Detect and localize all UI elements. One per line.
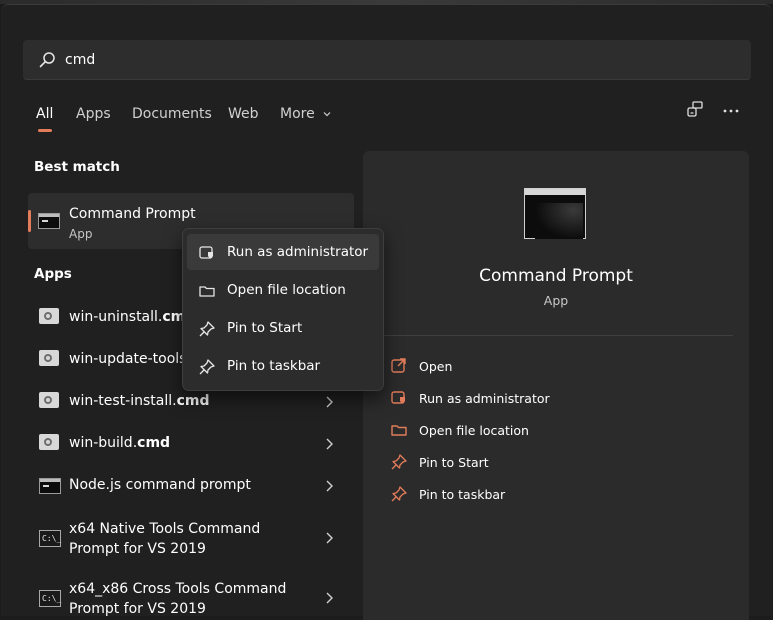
more-options-icon[interactable] bbox=[721, 101, 741, 121]
tab-more-label: More bbox=[280, 106, 315, 122]
best-match-heading: Best match bbox=[34, 159, 120, 175]
menu-item-run-as-admin[interactable]: Run as administrator bbox=[187, 234, 379, 270]
details-pane: Command Prompt App Open Run as administr… bbox=[363, 151, 749, 620]
chevron-right-icon[interactable] bbox=[324, 395, 334, 409]
command-prompt-icon bbox=[38, 213, 60, 229]
chevron-right-icon[interactable] bbox=[324, 591, 334, 605]
pin-icon bbox=[199, 321, 215, 337]
action-label: Pin to taskbar bbox=[419, 487, 506, 502]
app-label: win-build.cmd bbox=[69, 435, 171, 451]
menu-item-label: Pin to Start bbox=[227, 320, 303, 336]
shield-icon bbox=[199, 246, 213, 259]
menu-item-pin-to-taskbar[interactable]: Pin to taskbar bbox=[187, 348, 379, 384]
menu-item-pin-to-start[interactable]: Pin to Start bbox=[187, 310, 379, 346]
action-label: Open bbox=[419, 359, 453, 374]
list-item[interactable]: Node.js command prompt bbox=[28, 465, 354, 505]
list-item[interactable]: C:\_ x64 Native Tools Command Prompt for… bbox=[28, 509, 354, 565]
console-icon bbox=[39, 478, 61, 494]
app-label-line2: Prompt for VS 2019 bbox=[69, 541, 206, 557]
chevron-right-icon[interactable] bbox=[324, 437, 334, 451]
search-input[interactable]: cmd bbox=[65, 52, 95, 68]
menu-item-label: Run as administrator bbox=[227, 244, 369, 260]
vs-cmd-icon: C:\_ bbox=[39, 530, 61, 547]
tab-documents[interactable]: Documents bbox=[132, 106, 212, 122]
tab-all[interactable]: All bbox=[36, 106, 53, 122]
selection-indicator bbox=[28, 210, 31, 232]
divider bbox=[383, 335, 733, 336]
tab-more[interactable]: More bbox=[280, 106, 332, 122]
menu-item-label: Open file location bbox=[227, 282, 346, 298]
script-icon bbox=[39, 434, 59, 450]
chevron-down-icon bbox=[323, 112, 331, 117]
chevron-right-icon[interactable] bbox=[324, 531, 334, 545]
pin-icon bbox=[391, 454, 407, 470]
action-label: Pin to Start bbox=[419, 455, 489, 470]
folder-icon bbox=[199, 286, 215, 297]
details-title: Command Prompt bbox=[479, 266, 633, 286]
script-icon bbox=[39, 308, 59, 324]
vs-cmd-icon: C:\_ bbox=[39, 590, 61, 607]
list-item[interactable]: win-build.cmd bbox=[28, 423, 354, 463]
app-label: x64 Native Tools Command bbox=[69, 521, 261, 537]
script-icon bbox=[39, 350, 59, 366]
action-label: Open file location bbox=[419, 423, 529, 438]
app-label: Node.js command prompt bbox=[69, 477, 251, 493]
app-label: win-uninstall.cmd bbox=[69, 309, 196, 325]
tab-web[interactable]: Web bbox=[228, 106, 259, 122]
folder-icon bbox=[391, 425, 407, 436]
chevron-right-icon[interactable] bbox=[324, 479, 334, 493]
script-icon bbox=[39, 392, 59, 408]
share-device-icon[interactable] bbox=[685, 100, 705, 120]
shield-icon bbox=[391, 391, 405, 404]
app-label: win-update-tools.c bbox=[69, 351, 199, 367]
pin-icon bbox=[391, 486, 407, 502]
apps-heading: Apps bbox=[34, 266, 72, 282]
details-type: App bbox=[543, 293, 569, 308]
command-prompt-large-icon bbox=[524, 188, 586, 239]
best-match-type: App bbox=[69, 227, 93, 241]
active-tab-indicator bbox=[38, 129, 52, 132]
best-match-name: Command Prompt bbox=[69, 206, 196, 222]
tab-apps[interactable]: Apps bbox=[76, 106, 111, 122]
action-label: Run as administrator bbox=[419, 391, 550, 406]
app-label: x64_x86 Cross Tools Command bbox=[69, 581, 287, 597]
list-item[interactable]: C:\_ x64_x86 Cross Tools Command Prompt … bbox=[28, 569, 354, 620]
pin-icon bbox=[199, 359, 215, 375]
start-search-window: cmd All Apps Documents Web More Best mat… bbox=[1, 4, 772, 620]
search-icon bbox=[39, 52, 55, 68]
search-box[interactable]: cmd bbox=[23, 40, 751, 80]
open-icon bbox=[391, 358, 406, 373]
menu-item-label: Pin to taskbar bbox=[227, 358, 321, 374]
app-label: win-test-install.cmd bbox=[69, 393, 210, 409]
menu-item-open-file-location[interactable]: Open file location bbox=[187, 272, 379, 308]
context-menu: Run as administrator Open file location … bbox=[182, 228, 384, 391]
